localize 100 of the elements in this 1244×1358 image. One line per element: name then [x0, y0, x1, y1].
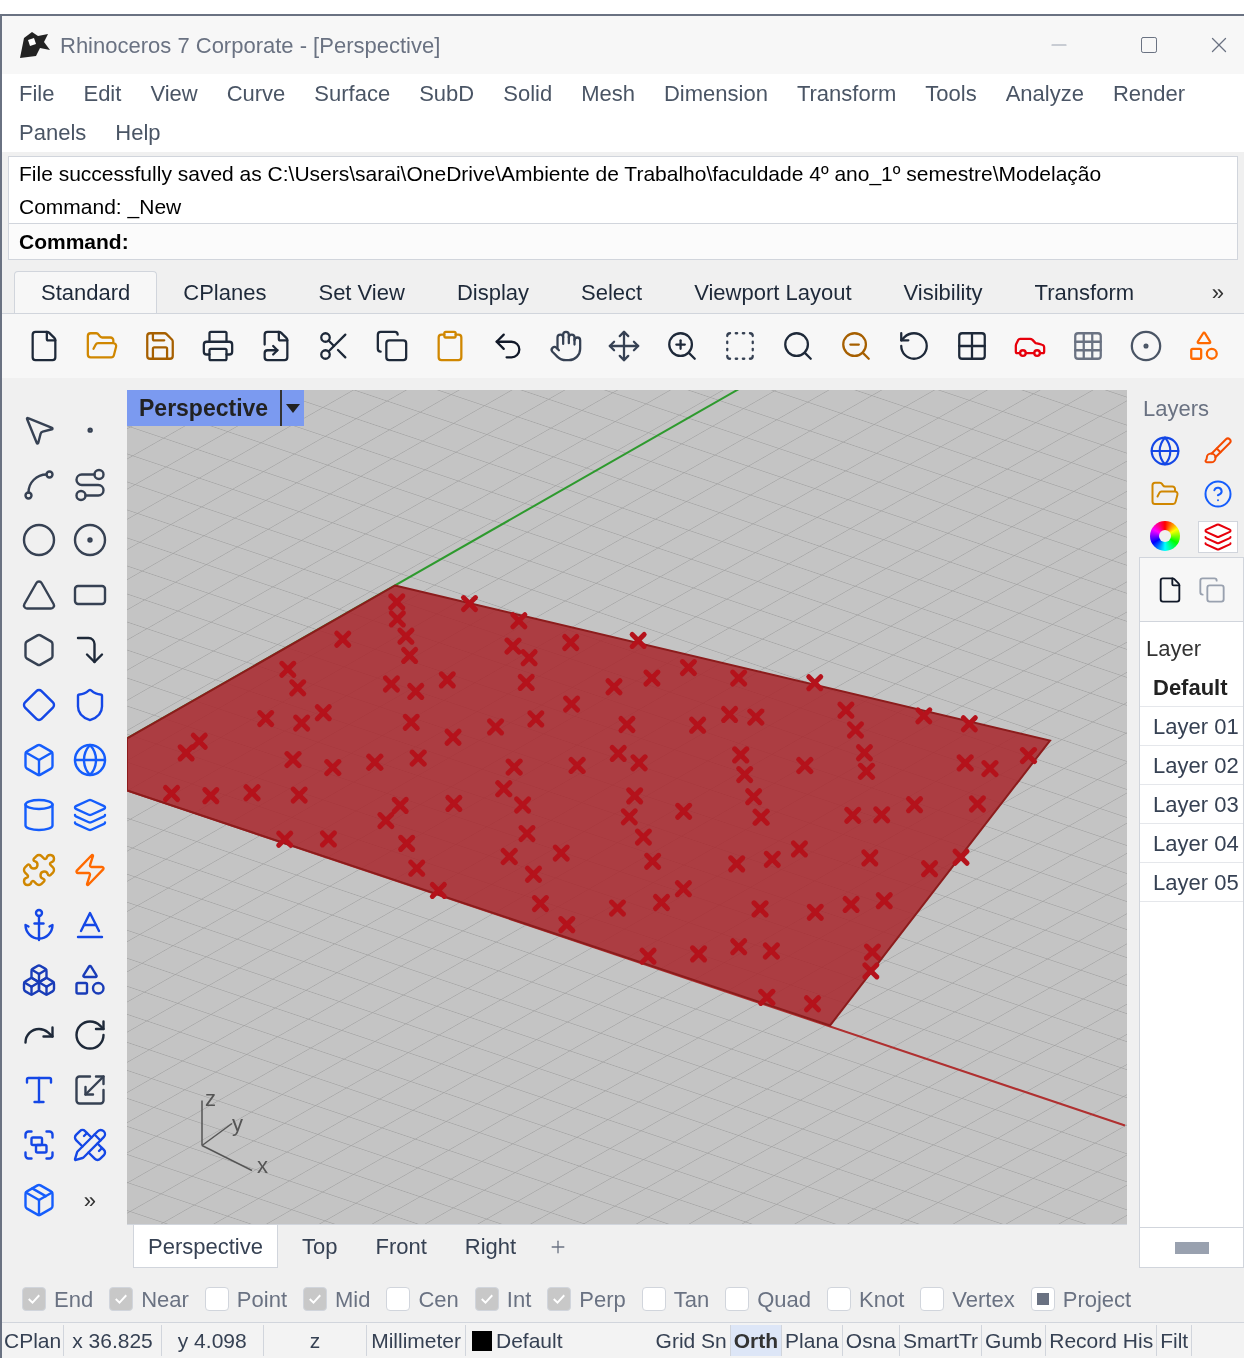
help-icon[interactable] [1202, 479, 1233, 509]
layer-row[interactable]: Layer 03 [1140, 785, 1243, 824]
status-toggle[interactable]: SmartTr [900, 1324, 983, 1357]
status-x-coordinate: x 36.825 [64, 1324, 162, 1357]
toolbar-tab[interactable]: Display [430, 271, 555, 313]
status-toggle[interactable]: Osna [842, 1324, 900, 1357]
menu-item[interactable]: Render [1112, 77, 1186, 110]
four-panes-icon[interactable] [955, 329, 989, 363]
circle-dot-icon[interactable] [1129, 329, 1163, 363]
status-toggle[interactable]: Orth [730, 1324, 783, 1357]
boxes-icon[interactable] [21, 962, 58, 998]
toolbar-tab[interactable]: Viewport Layout [668, 271, 878, 313]
osnap-checkbox[interactable] [725, 1287, 750, 1311]
hand-icon[interactable] [549, 329, 583, 363]
osnap-checkbox[interactable] [22, 1287, 46, 1311]
osnap-checkbox[interactable] [204, 1287, 229, 1311]
layer-row[interactable]: Layer 01 [1140, 707, 1243, 746]
grid-icon[interactable] [1071, 329, 1105, 363]
status-toggle[interactable]: Gumb [982, 1324, 1047, 1357]
osnap-checkbox[interactable] [109, 1287, 134, 1311]
toggle-indicator [1036, 1293, 1049, 1305]
menu-item[interactable]: Surface [314, 77, 391, 110]
osnap-checkbox[interactable] [1030, 1287, 1055, 1311]
copy-icon[interactable] [375, 329, 409, 363]
osnap-label: Point [236, 1285, 287, 1314]
menu-item[interactable]: Dimension [663, 77, 768, 110]
osnap-checkbox[interactable] [474, 1287, 499, 1311]
menu-item[interactable]: View [150, 77, 198, 110]
command-prompt[interactable]: Command: [9, 223, 1237, 259]
osnap-checkbox[interactable] [920, 1287, 945, 1311]
toolbar-tab[interactable]: CPlanes [157, 271, 293, 313]
status-toggle[interactable]: Plana [782, 1324, 843, 1357]
menu-item[interactable]: Panels [19, 116, 87, 149]
osnap-checkbox[interactable] [641, 1287, 666, 1311]
layer-row[interactable]: Layer 02 [1140, 746, 1243, 785]
color-wheel-icon[interactable] [1150, 521, 1181, 551]
toolbar-tab[interactable]: Transform [1008, 271, 1161, 313]
zoom-in-icon[interactable] [665, 329, 699, 363]
viewport-tab[interactable]: Top [287, 1225, 352, 1268]
toolbar-tab[interactable]: Visibility [877, 271, 1009, 313]
layers-icon[interactable] [1197, 521, 1238, 553]
more-tabs-button[interactable]: » [1203, 271, 1232, 313]
toolbar-tab[interactable]: Standard [14, 271, 158, 313]
osnap-label: Vertex [952, 1285, 1015, 1314]
menu-item[interactable]: Edit [83, 77, 122, 110]
dashed-square-icon[interactable] [723, 329, 757, 363]
command-history-line: File successfully saved as C:\Users\sarai\OneDrive\Ambiente de Trabalho\faculdade 4º ano_1º semestre\Modelação [18, 160, 1103, 188]
axis-label: x [257, 1152, 268, 1178]
printer-icon[interactable] [201, 329, 235, 363]
osnap-label: Tan [673, 1285, 710, 1314]
osnap-checkbox[interactable] [547, 1287, 572, 1311]
app-logo-icon [18, 30, 52, 60]
menu-item[interactable]: SubD [419, 77, 475, 110]
status-toggle[interactable]: Filt [1157, 1324, 1193, 1357]
toolbar-tab[interactable]: Set View [292, 271, 431, 313]
triangle-icon[interactable] [21, 577, 58, 613]
menu-item[interactable]: Solid [503, 77, 553, 110]
pencil-ruler-icon[interactable] [71, 1127, 108, 1163]
viewport-tab[interactable]: Front [361, 1225, 441, 1268]
osnap-checkbox[interactable] [386, 1287, 411, 1311]
circle-icon[interactable] [21, 522, 58, 558]
layer-row[interactable]: Default [1140, 668, 1243, 707]
circle-dot-icon[interactable] [71, 522, 108, 558]
diamond-icon[interactable] [21, 687, 58, 723]
move-icon[interactable] [607, 329, 641, 363]
menu-item[interactable]: File [19, 77, 55, 110]
layer-row[interactable]: Layer 05 [1140, 863, 1243, 902]
toolbar-tab[interactable]: Select [555, 271, 669, 313]
menu-item[interactable]: Help [115, 116, 161, 149]
menu-item[interactable]: Analyze [1005, 77, 1084, 110]
search-icon[interactable] [781, 329, 815, 363]
osnap-checkbox[interactable] [303, 1287, 327, 1311]
puzzle-icon[interactable] [21, 852, 58, 888]
osnap-label: Quad [757, 1285, 812, 1314]
sphere-icon[interactable] [1149, 435, 1182, 467]
maximize-icon[interactable] [1139, 35, 1159, 55]
menu-item[interactable]: Transform [796, 77, 897, 110]
layers-icon[interactable] [71, 797, 108, 833]
viewport-tab[interactable]: Perspective [133, 1225, 278, 1268]
status-cplane[interactable]: CPlan [2, 1324, 65, 1357]
more-tools-button[interactable]: » [83, 1182, 96, 1218]
sphere-icon[interactable] [71, 742, 108, 778]
dropdown-caret-icon[interactable] [286, 403, 301, 413]
osnap-label: End [54, 1285, 94, 1314]
rotate-icon[interactable] [897, 329, 931, 363]
osnap-label: Cen [418, 1285, 459, 1314]
zoom-out-icon[interactable] [839, 329, 873, 363]
save-icon[interactable] [143, 329, 177, 363]
scrollbar-thumb[interactable] [1174, 1241, 1209, 1254]
menu-item[interactable]: Mesh [581, 77, 635, 110]
viewport-tab[interactable]: Right [450, 1225, 531, 1268]
menu-item[interactable]: Tools [925, 77, 977, 110]
status-toggle[interactable]: Grid Sn [652, 1324, 731, 1357]
layer-row[interactable]: Layer 04 [1140, 824, 1243, 863]
status-layer[interactable]: Default [492, 1324, 653, 1357]
osnap-checkbox[interactable] [827, 1287, 852, 1311]
status-toggle[interactable]: Record His [1046, 1324, 1158, 1357]
status-units[interactable]: Millimeter [367, 1324, 466, 1357]
menu-item[interactable]: Curve [226, 77, 286, 110]
status-y-coordinate: y 4.098 [161, 1324, 264, 1357]
